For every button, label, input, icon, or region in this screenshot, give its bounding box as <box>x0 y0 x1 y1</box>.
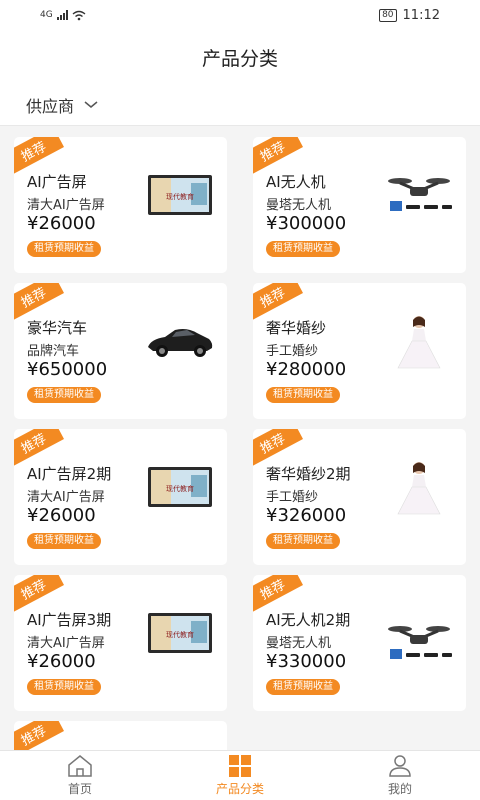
product-card[interactable]: 推荐 AI广告屏2期 清大AI广告屏 ¥26000 租赁预期收益 现代教育 <box>14 429 227 565</box>
product-price: ¥26000 <box>27 213 96 234</box>
svg-text:现代教育: 现代教育 <box>166 630 194 639</box>
product-price: ¥326000 <box>266 505 347 526</box>
recommend-badge: 推荐 <box>253 575 304 613</box>
product-title: 奢华婚纱2期 <box>266 465 351 483</box>
ad-screen-image: 现代教育 <box>145 463 215 511</box>
rental-return-button[interactable]: 租赁预期收益 <box>27 679 101 695</box>
product-subtitle: 曼塔无人机 <box>266 198 332 213</box>
page-header: 产品分类 <box>0 30 480 84</box>
rental-return-button[interactable]: 租赁预期收益 <box>27 387 101 403</box>
user-icon <box>389 754 411 777</box>
product-title: 豪华汽车 <box>27 319 88 337</box>
recommend-badge: 推荐 <box>14 575 65 613</box>
product-subtitle: 品牌汽车 <box>27 344 80 359</box>
home-icon <box>68 754 92 777</box>
product-card[interactable]: 推荐 AI广告屏 清大AI广告屏 ¥26000 租赁预期收益 现代教育 <box>14 137 227 273</box>
product-title: AI无人机2期 <box>266 611 351 629</box>
product-card[interactable]: 推荐 AI无人机 曼塔无人机 ¥300000 租赁预期收益 <box>253 137 466 273</box>
tab-product-category[interactable]: 产品分类 <box>160 751 320 800</box>
product-card[interactable]: 推荐 豪华汽车 品牌汽车 ¥650000 租赁预期收益 <box>14 283 227 419</box>
product-price: ¥26000 <box>27 505 96 526</box>
product-title: AI广告屏2期 <box>27 465 112 483</box>
product-card[interactable]: 推荐 AI无人机2期 曼塔无人机 ¥330000 租赁预期收益 <box>253 575 466 711</box>
product-price: ¥330000 <box>266 651 347 672</box>
wifi-icon <box>72 10 86 20</box>
product-card[interactable]: 推荐 奢华婚纱2期 手工婚纱 ¥326000 租赁预期收益 <box>253 429 466 565</box>
product-card[interactable]: 推荐 奢华婚纱 手工婚纱 ¥280000 租赁预期收益 <box>253 283 466 419</box>
product-subtitle: 清大AI广告屏 <box>27 636 105 651</box>
product-subtitle: 曼塔无人机 <box>266 636 332 651</box>
rental-return-button[interactable]: 租赁预期收益 <box>266 679 340 695</box>
recommend-badge: 推荐 <box>14 137 65 175</box>
product-price: ¥26000 <box>27 651 96 672</box>
rental-return-button[interactable]: 租赁预期收益 <box>266 533 340 549</box>
grid-icon <box>229 754 251 777</box>
tab-label: 产品分类 <box>215 781 264 796</box>
network-indicator: 4G <box>40 10 86 21</box>
product-price: ¥280000 <box>266 359 347 380</box>
app-screen: 4G 80 11:12 产品分类 供应商 推荐 AI广告屏 清大AI广告屏 ¥2… <box>0 0 480 800</box>
rental-return-button[interactable]: 租赁预期收益 <box>266 241 340 257</box>
battery-icon: 80 <box>379 8 397 22</box>
recommend-badge: 推荐 <box>253 137 304 175</box>
product-subtitle: 清大AI广告屏 <box>27 490 105 505</box>
recommend-badge: 推荐 <box>253 429 304 467</box>
recommend-badge: 推荐 <box>253 283 304 321</box>
ad-screen-image: 现代教育 <box>145 171 215 219</box>
bottom-tab-bar: 首页 产品分类 我的 <box>0 750 480 800</box>
product-title: 奢华婚纱 <box>266 319 327 337</box>
drone-image <box>384 171 454 219</box>
product-price: ¥650000 <box>27 359 108 380</box>
supplier-filter-label: 供应商 <box>26 96 75 116</box>
wedding-dress-image <box>384 462 454 515</box>
drone-image <box>384 619 454 667</box>
rental-return-button[interactable]: 租赁预期收益 <box>266 387 340 403</box>
ad-screen-image: 现代教育 <box>145 609 215 657</box>
product-subtitle: 手工婚纱 <box>266 490 319 505</box>
product-price: ¥300000 <box>266 213 347 234</box>
svg-text:现代教育: 现代教育 <box>166 192 194 201</box>
car-image <box>145 317 215 365</box>
chevron-down-icon <box>84 100 98 108</box>
page-title: 产品分类 <box>201 47 278 70</box>
product-title: AI无人机 <box>266 173 326 191</box>
status-bar: 4G 80 11:12 <box>0 0 480 30</box>
recommend-badge: 推荐 <box>14 429 65 467</box>
status-right: 80 11:12 <box>379 8 440 23</box>
rental-return-button[interactable]: 租赁预期收益 <box>27 533 101 549</box>
tab-label: 首页 <box>67 781 92 796</box>
svg-text:现代教育: 现代教育 <box>166 484 194 493</box>
tab-home[interactable]: 首页 <box>0 751 160 800</box>
network-type: 4G <box>40 10 53 20</box>
signal-icon <box>56 10 68 20</box>
tab-label: 我的 <box>387 781 412 796</box>
wedding-dress-image <box>384 316 454 369</box>
recommend-badge: 推荐 <box>14 283 65 321</box>
product-subtitle: 清大AI广告屏 <box>27 198 105 213</box>
clock: 11:12 <box>402 7 440 23</box>
product-card[interactable]: 推荐 AI广告屏3期 清大AI广告屏 ¥26000 租赁预期收益 现代教育 <box>14 575 227 711</box>
tab-mine[interactable]: 我的 <box>320 751 480 800</box>
supplier-filter[interactable]: 供应商 <box>0 84 480 126</box>
product-title: AI广告屏3期 <box>27 611 112 629</box>
product-title: AI广告屏 <box>27 173 87 191</box>
product-subtitle: 手工婚纱 <box>266 344 319 359</box>
rental-return-button[interactable]: 租赁预期收益 <box>27 241 101 257</box>
